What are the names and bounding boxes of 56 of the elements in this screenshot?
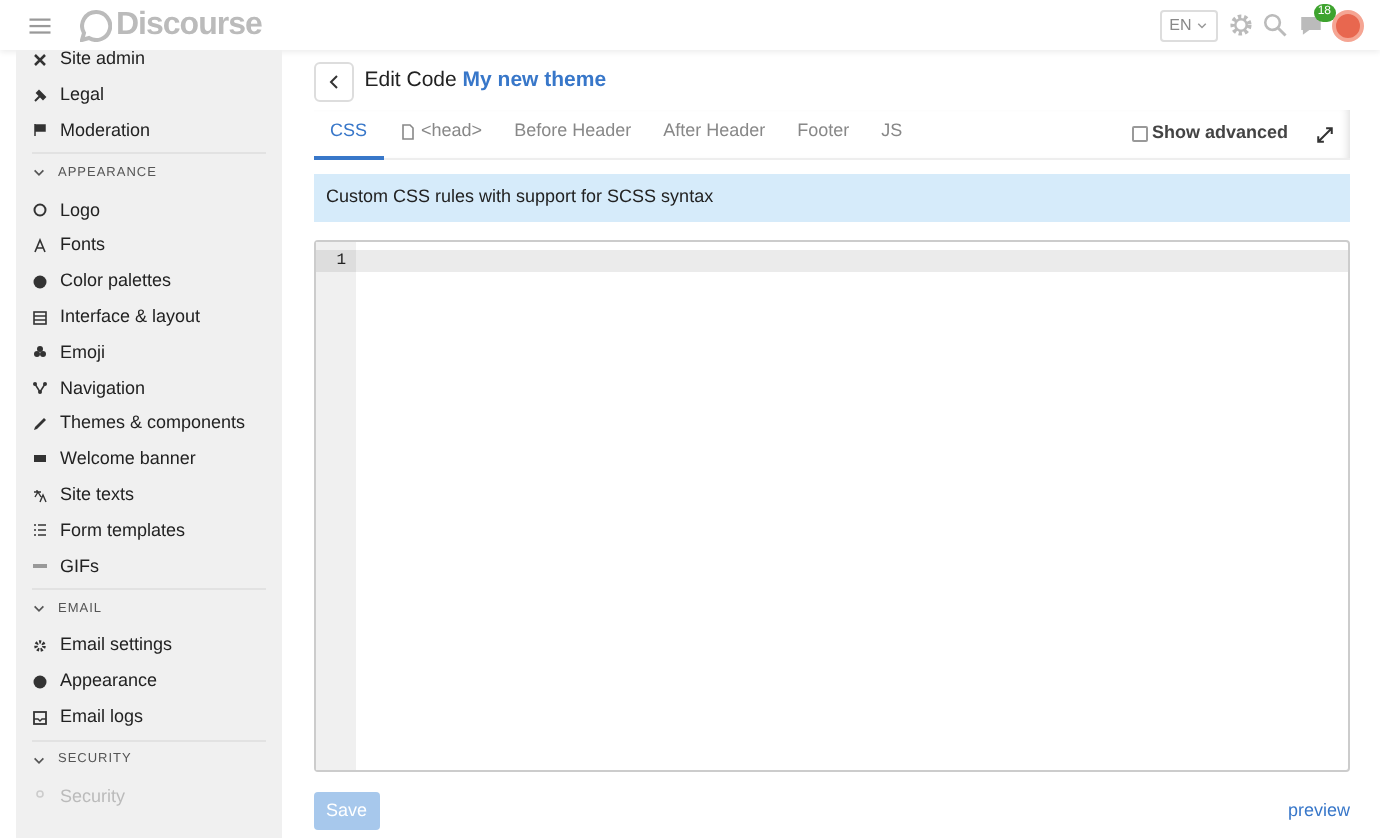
- hammer-icon: [32, 87, 48, 104]
- sidebar-item[interactable]: Appearance: [32, 663, 282, 700]
- network-icon: [32, 380, 48, 397]
- gear-icon: [32, 638, 48, 655]
- code-editor[interactable]: 1: [314, 239, 1350, 771]
- search-icon: [1262, 12, 1288, 38]
- sidebar-item[interactable]: Navigation: [32, 370, 282, 407]
- menu-icon[interactable]: [28, 13, 52, 37]
- speech-bubble-icon: [80, 9, 112, 41]
- chat-icon: [1297, 12, 1323, 38]
- chevron-down-icon: [1196, 19, 1208, 31]
- sidebar-item[interactable]: Moderation: [32, 113, 282, 149]
- brush-icon: [32, 416, 48, 433]
- sidebar-item[interactable]: Emoji: [32, 335, 282, 371]
- file-icon: [399, 124, 416, 140]
- logo-text: Discourse: [116, 5, 262, 45]
- page-title: Edit Code My new theme: [364, 66, 607, 97]
- line-number: 1: [316, 249, 356, 271]
- tab[interactable]: CSS: [314, 108, 384, 160]
- checkbox-label: Show advanced: [1151, 120, 1288, 147]
- info-banner: Custom CSS rules with support for SCSS syntax: [314, 174, 1350, 221]
- sidebar-item[interactable]: Color palettes: [32, 263, 282, 300]
- sidebar-item[interactable]: Fonts: [32, 228, 282, 264]
- checkbox[interactable]: [1131, 126, 1148, 142]
- preview-link[interactable]: preview: [1287, 797, 1350, 824]
- letter-icon: [32, 238, 48, 255]
- sidebar-item[interactable]: Site texts: [32, 477, 282, 514]
- sidebar-item[interactable]: GIFs: [32, 548, 282, 585]
- paw-icon: [32, 344, 48, 361]
- chevron-down-icon[interactable]: [32, 166, 46, 181]
- back-button[interactable]: [314, 62, 354, 102]
- tab[interactable]: Before Header: [498, 108, 648, 160]
- sidebar-item[interactable]: Legal: [32, 77, 282, 114]
- sidebar-item[interactable]: Form templates: [32, 513, 282, 549]
- sidebar-item[interactable]: Logo: [32, 192, 282, 229]
- tab[interactable]: Footer: [781, 108, 866, 160]
- sidebar-item[interactable]: Themes & components: [32, 406, 282, 442]
- layout-icon: [32, 309, 48, 326]
- sidebar-item[interactable]: Site admin: [32, 50, 282, 78]
- chevron-left-icon: [326, 74, 342, 90]
- circle-icon: [32, 202, 48, 219]
- language-selector[interactable]: EN: [1159, 9, 1218, 41]
- tab[interactable]: JS: [865, 108, 919, 160]
- sidebar-item[interactable]: Interface & layout: [32, 299, 282, 336]
- gear-icon: [1227, 12, 1253, 38]
- sidebar-item[interactable]: Welcome banner: [32, 441, 282, 478]
- chevron-down-icon[interactable]: [32, 753, 46, 768]
- list-icon: [32, 522, 48, 539]
- expand-icon[interactable]: [1316, 125, 1334, 143]
- chevron-down-icon[interactable]: [32, 602, 46, 617]
- tab[interactable]: After Header: [647, 108, 782, 160]
- tab[interactable]: <head>: [383, 108, 499, 160]
- avatar[interactable]: [1332, 9, 1364, 41]
- sidebar-item[interactable]: Email settings: [32, 628, 282, 664]
- translate-icon: [32, 487, 48, 504]
- sidebar-item[interactable]: Email logs: [32, 699, 282, 736]
